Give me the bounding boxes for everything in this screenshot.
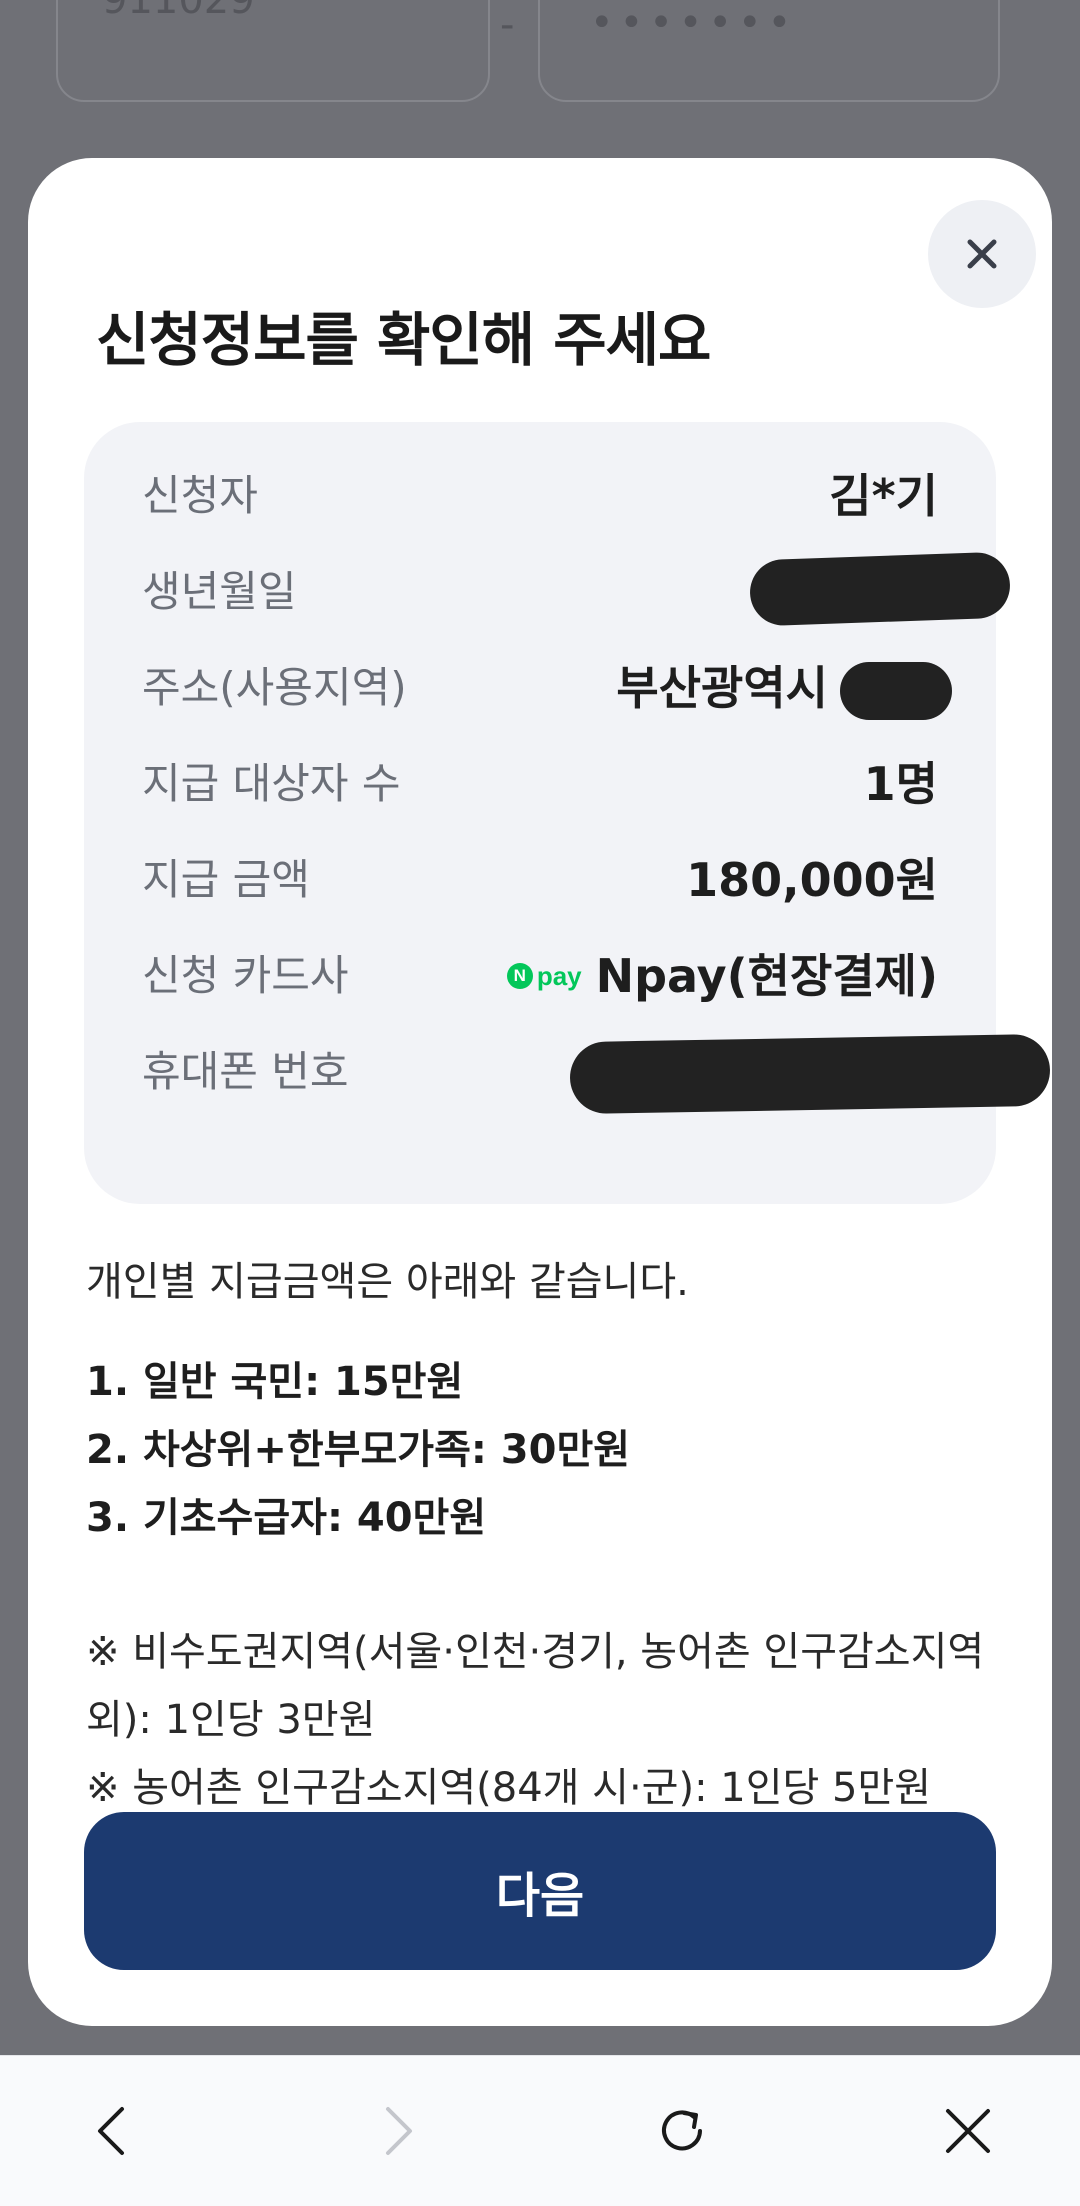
row-label: 주소(사용지역): [142, 663, 407, 712]
amount-item-3: 3. 기초수급자: 40만원: [86, 1495, 487, 1541]
row-label: 신청자: [142, 471, 258, 520]
reload-icon: [662, 2110, 702, 2151]
birthdate-field: 911029: [56, 0, 490, 102]
forward-button[interactable]: [348, 2081, 448, 2181]
note-1: ※ 비수도권지역(서울·인천·경기, 농어촌 인구감소지역 외): 1인당 3만…: [86, 1629, 985, 1743]
row-value: 부산광역시: [616, 661, 828, 715]
birthdate-value: 911029: [102, 0, 255, 23]
forward-icon: [386, 2107, 412, 2155]
row-birthdate: 생년월일: [142, 551, 1012, 627]
row-label: 지급 금액: [142, 855, 310, 904]
npay-logo-text: pay: [536, 961, 582, 991]
row-value: 180,000원: [686, 853, 938, 907]
description: 개인별 지급금액은 아래와 같습니다.: [86, 1259, 689, 1305]
npay-logo-mark: N: [506, 963, 533, 989]
row-label: 생년월일: [142, 567, 297, 616]
browser-nav-bar: [0, 2055, 1080, 2206]
row-label: 휴대폰 번호: [142, 1047, 349, 1096]
row-card-company: 신청 카드사 N pay Npay(현장결제): [142, 946, 938, 1006]
card-company-value: Npay(현장결제): [595, 949, 938, 1003]
masked-digits: •••••••: [590, 0, 798, 46]
npay-logo-icon: N pay: [506, 946, 582, 1006]
amount-item-2: 2. 차상위+한부모가족: 30만원: [86, 1427, 631, 1473]
row-phone: 휴대폰 번호: [142, 1033, 1051, 1115]
close-icon: [946, 2109, 990, 2153]
next-button[interactable]: 다음: [84, 1812, 996, 1970]
row-label: 지급 대상자 수: [142, 759, 401, 808]
row-value: 김*기: [829, 469, 938, 523]
row-applicant: 신청자 김*기: [142, 466, 938, 526]
back-icon: [98, 2107, 124, 2155]
row-amount: 지급 금액 180,000원: [142, 850, 938, 910]
id-separator: -: [500, 2, 515, 48]
amount-item-1: 1. 일반 국민: 15만원: [86, 1359, 464, 1405]
row-value: N pay Npay(현장결제): [506, 946, 938, 1006]
close-tab-button[interactable]: [918, 2081, 1018, 2181]
info-box: 신청자 김*기 생년월일 주소(사용지역) 부산광역시 지급 대상자 수 1명 …: [84, 422, 1051, 1204]
redaction-mark: [840, 662, 952, 720]
close-button[interactable]: [928, 200, 1036, 308]
row-label: 신청 카드사: [142, 951, 349, 1000]
row-address: 주소(사용지역) 부산광역시: [142, 658, 952, 720]
redaction-mark: [569, 1033, 1051, 1115]
row-value: 1명: [863, 757, 938, 811]
back-button[interactable]: [62, 2081, 162, 2181]
reload-button[interactable]: [632, 2081, 732, 2181]
row-recipient-count: 지급 대상자 수 1명: [142, 754, 938, 814]
confirm-modal: 신청정보를 확인해 주세요 신청자 김*기 생년월일 주소(사용지역) 부산광역…: [28, 158, 1052, 2026]
close-icon: [967, 239, 997, 269]
modal-title: 신청정보를 확인해 주세요: [96, 306, 711, 374]
redaction-mark: [748, 551, 1012, 627]
